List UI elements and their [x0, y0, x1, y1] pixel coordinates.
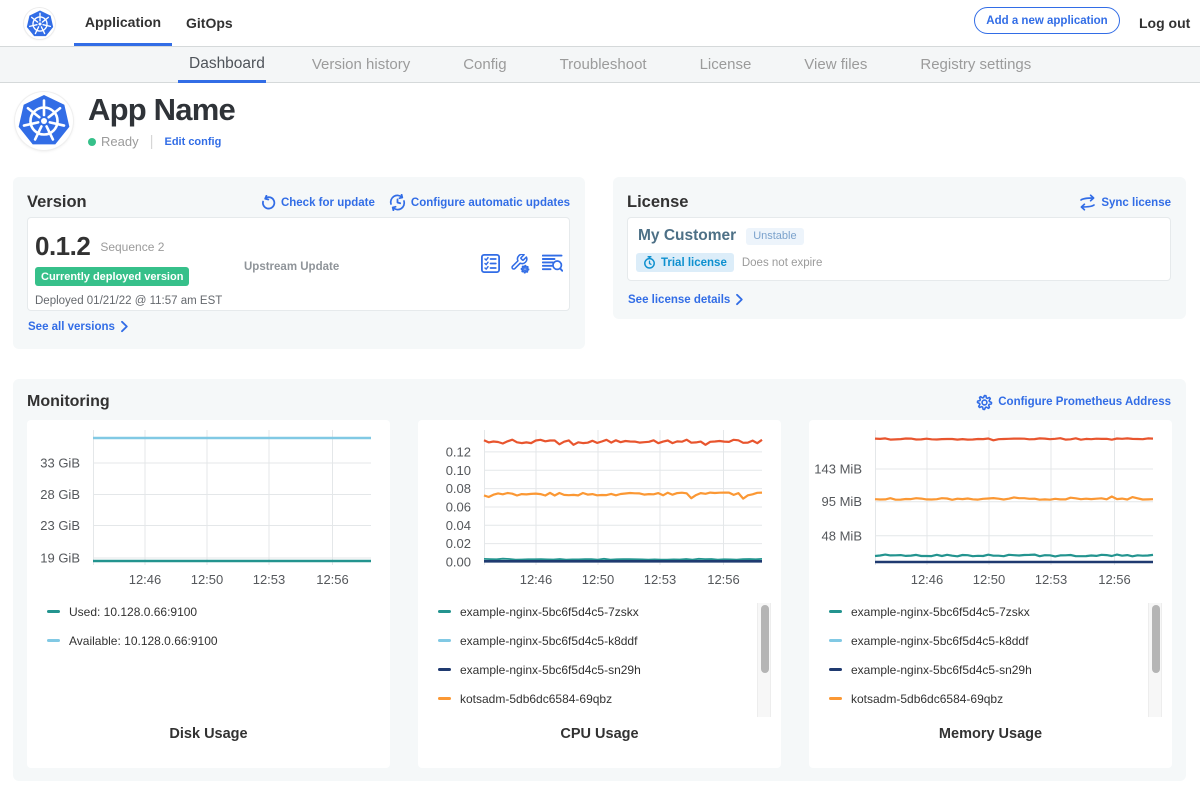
svg-text:12:50: 12:50: [973, 572, 1006, 587]
svg-text:0.02: 0.02: [446, 536, 471, 551]
svg-text:12:56: 12:56: [707, 572, 740, 587]
svg-text:12:56: 12:56: [1098, 572, 1131, 587]
svg-text:12:46: 12:46: [129, 572, 162, 587]
svg-text:12:46: 12:46: [911, 572, 944, 587]
svg-text:12:53: 12:53: [253, 572, 286, 587]
svg-text:0.00: 0.00: [446, 555, 471, 570]
svg-text:0.08: 0.08: [446, 481, 471, 496]
svg-text:12:56: 12:56: [316, 572, 349, 587]
svg-text:0.12: 0.12: [446, 444, 471, 459]
svg-text:12:53: 12:53: [1035, 572, 1068, 587]
svg-text:0.04: 0.04: [446, 518, 471, 533]
svg-text:12:50: 12:50: [191, 572, 224, 587]
svg-text:48 MiB: 48 MiB: [822, 528, 862, 543]
svg-text:0.06: 0.06: [446, 500, 471, 515]
svg-text:12:53: 12:53: [644, 572, 677, 587]
svg-text:23 GiB: 23 GiB: [40, 518, 80, 533]
svg-text:19 GiB: 19 GiB: [40, 551, 80, 566]
svg-text:12:50: 12:50: [582, 572, 615, 587]
svg-text:95 MiB: 95 MiB: [822, 494, 862, 509]
svg-text:12:46: 12:46: [520, 572, 553, 587]
svg-text:28 GiB: 28 GiB: [40, 487, 80, 502]
svg-text:0.10: 0.10: [446, 463, 471, 478]
svg-text:143 MiB: 143 MiB: [814, 462, 862, 477]
svg-text:33 GiB: 33 GiB: [40, 456, 80, 471]
